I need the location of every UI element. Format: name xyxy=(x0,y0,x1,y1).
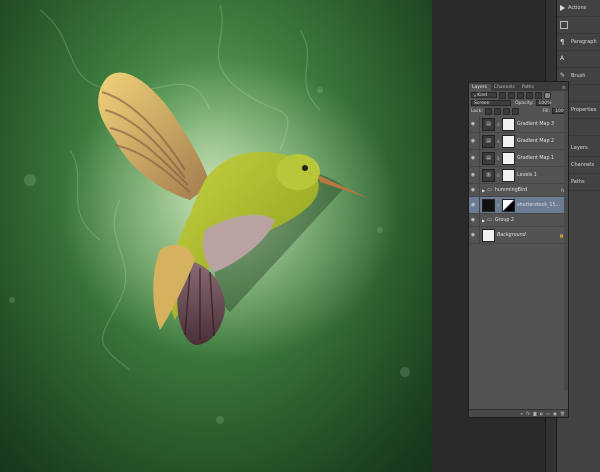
layer-mask-thumb[interactable] xyxy=(502,151,515,165)
filter-type-icon[interactable] xyxy=(517,91,524,99)
delete-layer-icon[interactable]: 🗑 xyxy=(560,411,565,416)
eye-icon[interactable]: ◉ xyxy=(469,202,477,208)
layer-row[interactable]: ◉ Background 🔒 xyxy=(469,227,568,244)
adjustment-thumb-icon: ▤ xyxy=(482,117,495,131)
new-adjustment-icon[interactable]: ◐ xyxy=(540,411,544,416)
lock-all-icon[interactable] xyxy=(511,107,519,115)
play-icon xyxy=(560,5,565,11)
fill-label: Fill: xyxy=(542,108,550,114)
mini-panel-item[interactable]: A xyxy=(557,51,600,68)
add-mask-icon[interactable]: ◙ xyxy=(533,411,537,416)
mini-panel-item[interactable] xyxy=(557,17,600,34)
layers-panel-footer: ∞ fx ◙ ◐ ▭ ▣ 🗑 xyxy=(469,409,568,417)
filter-smart-icon[interactable] xyxy=(535,91,542,99)
new-layer-icon[interactable]: ▣ xyxy=(553,411,557,416)
folder-icon: ▭ xyxy=(487,187,492,193)
tab-layers[interactable]: Layers xyxy=(469,84,491,91)
eye-icon[interactable]: ◉ xyxy=(469,217,477,223)
folder-icon: ▭ xyxy=(487,217,492,223)
hummingbird-artwork xyxy=(60,60,400,360)
adjustment-thumb-icon: ▤ xyxy=(482,134,495,148)
eye-icon[interactable]: ◉ xyxy=(469,155,477,161)
brush-icon: ✎ xyxy=(560,72,566,79)
filter-adjustment-icon[interactable] xyxy=(508,91,515,99)
layer-mask-thumb[interactable] xyxy=(502,117,515,131)
blend-row: Screen Opacity: 100% xyxy=(469,99,568,107)
new-group-icon[interactable]: ▭ xyxy=(546,411,550,416)
filter-kind-select[interactable]: ⌕ Kind xyxy=(471,92,497,98)
layer-name: Gradient Map 1 xyxy=(517,155,555,161)
lock-pixels-icon[interactable] xyxy=(493,107,501,115)
eye-icon[interactable]: ◉ xyxy=(469,232,477,238)
layer-name: Gradient Map 3 xyxy=(517,121,555,127)
layer-row[interactable]: ◉ ▶ ▭ hummingBird fx xyxy=(469,184,568,197)
eye-icon[interactable]: ◉ xyxy=(469,138,477,144)
expand-arrow-icon[interactable]: ▶ xyxy=(482,218,485,223)
tab-paths[interactable]: Paths xyxy=(519,84,538,91)
filter-row: ⌕ Kind xyxy=(469,91,568,99)
eye-icon[interactable]: ◉ xyxy=(469,121,477,127)
opacity-label: Opacity: xyxy=(515,100,534,106)
layer-name: Background xyxy=(497,232,526,238)
layer-thumb xyxy=(482,198,495,212)
layer-name: Levels 1 xyxy=(517,172,537,178)
eye-icon[interactable]: ◉ xyxy=(469,187,477,193)
layer-row[interactable]: ◉ ▤ 8 Gradient Map 3 xyxy=(469,116,568,133)
layer-row[interactable]: ◉ ▤ 8 Gradient Map 2 xyxy=(469,133,568,150)
filter-toggle-icon[interactable] xyxy=(544,91,551,99)
layer-row[interactable]: ◉ ▥ 8 Levels 1 xyxy=(469,167,568,184)
character-icon: A xyxy=(560,55,565,62)
expand-arrow-icon[interactable]: ▶ xyxy=(482,188,485,193)
mini-panel-item[interactable]: ¶ Paragraph xyxy=(557,34,600,51)
lock-label: Lock: xyxy=(471,108,483,114)
paragraph-icon: ¶ xyxy=(560,38,565,46)
layers-panel-tabs: Layers Channels Paths ≡ xyxy=(469,82,568,91)
layer-name: shutterstock_15... xyxy=(517,202,561,208)
filter-shape-icon[interactable] xyxy=(526,91,533,99)
lock-row: Lock: Fill: 100% xyxy=(469,107,568,115)
opacity-input[interactable]: 100% xyxy=(535,100,551,106)
layer-thumb xyxy=(482,228,495,242)
levels-thumb-icon: ▥ xyxy=(482,168,495,182)
layers-list: ◉ ▤ 8 Gradient Map 3 ◉ ▤ 8 Gradient Map … xyxy=(469,116,568,244)
adjustment-thumb-icon: ▤ xyxy=(482,151,495,165)
layers-scrollbar[interactable] xyxy=(564,91,568,391)
layer-row[interactable]: ◉ 8 shutterstock_15... xyxy=(469,197,568,214)
layer-name: Group 2 xyxy=(494,217,514,223)
layer-mask-thumb[interactable] xyxy=(502,168,515,182)
layers-panel: Layers Channels Paths ≡ ⌕ Kind Screen Op… xyxy=(468,81,569,418)
layer-name: hummingBird xyxy=(494,187,528,193)
blend-mode-select[interactable]: Screen xyxy=(471,100,511,106)
mini-panel-item[interactable]: Actions xyxy=(557,0,600,17)
layer-style-icon[interactable]: fx xyxy=(526,411,530,416)
layer-name: Gradient Map 2 xyxy=(517,138,555,144)
search-icon: ⌕ xyxy=(474,92,477,98)
tab-channels[interactable]: Channels xyxy=(491,84,519,91)
layer-mask-thumb[interactable] xyxy=(502,198,515,212)
layer-mask-thumb[interactable] xyxy=(502,134,515,148)
lock-transparency-icon[interactable] xyxy=(484,107,492,115)
document-canvas[interactable] xyxy=(0,0,432,472)
lock-position-icon[interactable] xyxy=(502,107,510,115)
filter-pixel-icon[interactable] xyxy=(499,91,506,99)
layer-row[interactable]: ◉ ▶ ▭ Group 2 xyxy=(469,214,568,227)
link-layers-icon[interactable]: ∞ xyxy=(520,411,523,416)
history-icon xyxy=(560,21,568,29)
eye-icon[interactable]: ◉ xyxy=(469,172,477,178)
layer-row[interactable]: ◉ ▤ 8 Gradient Map 1 xyxy=(469,150,568,167)
